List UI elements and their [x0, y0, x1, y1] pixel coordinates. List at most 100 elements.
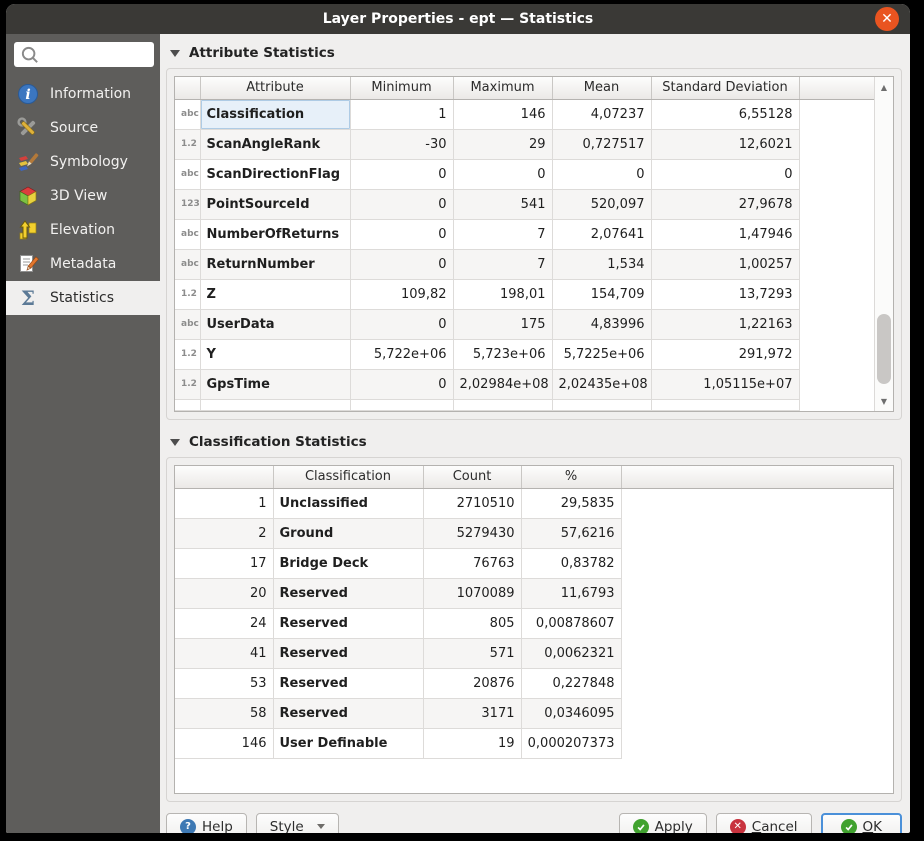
cell-count[interactable]: 2710510: [423, 488, 521, 518]
cell-attribute-name[interactable]: Y: [200, 339, 350, 369]
sidebar-item-metadata[interactable]: Metadata: [6, 247, 160, 281]
cell-mean[interactable]: 4,07237: [552, 99, 651, 129]
cell-mean[interactable]: 520,097: [552, 189, 651, 219]
cell-maximum[interactable]: 7: [453, 249, 552, 279]
cell-percent[interactable]: 0,000207373: [521, 728, 621, 758]
cell-mean[interactable]: 2,02435e+08: [552, 369, 651, 399]
cell-count[interactable]: 76763: [423, 548, 521, 578]
sidebar-item-source[interactable]: Source: [6, 111, 160, 145]
sidebar-item-3d-view[interactable]: 3D View: [6, 179, 160, 213]
cell-attribute-name[interactable]: GpsTime: [200, 369, 350, 399]
column-header-std-dev[interactable]: Standard Deviation: [651, 77, 799, 99]
cell-count[interactable]: 3171: [423, 698, 521, 728]
cell-percent[interactable]: 11,6793: [521, 578, 621, 608]
cell-class-label[interactable]: Reserved: [273, 638, 423, 668]
sidebar-item-symbology[interactable]: Symbology: [6, 145, 160, 179]
cell-maximum[interactable]: 541: [453, 189, 552, 219]
cell-attribute-name[interactable]: Classification: [200, 99, 350, 129]
cell-maximum[interactable]: 7: [453, 219, 552, 249]
cell-attribute-name[interactable]: NumberOfReturns: [200, 219, 350, 249]
cell-percent[interactable]: 0,83782: [521, 548, 621, 578]
sidebar-item-statistics[interactable]: Σ Statistics: [6, 281, 160, 315]
cell-percent[interactable]: 0,227848: [521, 668, 621, 698]
scroll-down-icon[interactable]: ▼: [875, 393, 893, 409]
column-header-classification[interactable]: Classification: [273, 466, 423, 488]
cell-class-label[interactable]: Reserved: [273, 608, 423, 638]
cell-minimum[interactable]: 0: [350, 309, 453, 339]
cell-std-dev[interactable]: 27,9678: [651, 189, 799, 219]
cell-minimum[interactable]: 0: [350, 189, 453, 219]
cell-count[interactable]: 19: [423, 728, 521, 758]
cell-maximum[interactable]: 175: [453, 309, 552, 339]
cell-class-label[interactable]: Bridge Deck: [273, 548, 423, 578]
vertical-scrollbar[interactable]: ▲ ▼: [874, 77, 893, 411]
cell-attribute-name[interactable]: ScanAngleRank: [200, 129, 350, 159]
cancel-button[interactable]: ✕ Cancel: [716, 813, 812, 833]
cell-std-dev[interactable]: 1,47946: [651, 219, 799, 249]
column-header-attribute[interactable]: Attribute: [200, 77, 350, 99]
cell-std-dev[interactable]: 1,22163: [651, 309, 799, 339]
cell-std-dev[interactable]: 13,7293: [651, 279, 799, 309]
cell-std-dev[interactable]: 6,55128: [651, 99, 799, 129]
cell-class-label[interactable]: User Definable: [273, 728, 423, 758]
cell-minimum[interactable]: -30: [350, 129, 453, 159]
cell-percent[interactable]: 57,6216: [521, 518, 621, 548]
cell-mean[interactable]: 0,727517: [552, 129, 651, 159]
cell-mean[interactable]: 154,709: [552, 279, 651, 309]
cell-minimum[interactable]: 0: [350, 219, 453, 249]
column-header-count[interactable]: Count: [423, 466, 521, 488]
cell-maximum[interactable]: 198,01: [453, 279, 552, 309]
cell-count[interactable]: 805: [423, 608, 521, 638]
scrollbar-thumb[interactable]: [877, 314, 891, 384]
cell-mean[interactable]: 5,7225e+06: [552, 339, 651, 369]
sidebar-item-information[interactable]: i Information: [6, 77, 160, 111]
style-button[interactable]: Style: [256, 813, 339, 833]
cell-std-dev[interactable]: 1,00257: [651, 249, 799, 279]
apply-button[interactable]: Apply: [619, 813, 707, 833]
column-header-minimum[interactable]: Minimum: [350, 77, 453, 99]
cell-percent[interactable]: 0,0346095: [521, 698, 621, 728]
column-header-mean[interactable]: Mean: [552, 77, 651, 99]
cell-maximum[interactable]: 146: [453, 99, 552, 129]
cell-count[interactable]: 571: [423, 638, 521, 668]
cell-count[interactable]: 5279430: [423, 518, 521, 548]
cell-minimum[interactable]: 5,722e+06: [350, 339, 453, 369]
cell-percent[interactable]: 0,00878607: [521, 608, 621, 638]
cell-mean[interactable]: 1,534: [552, 249, 651, 279]
help-button[interactable]: ? Help: [166, 813, 247, 833]
cell-attribute-name[interactable]: PointSourceId: [200, 189, 350, 219]
cell-std-dev[interactable]: 291,972: [651, 339, 799, 369]
attribute-statistics-header[interactable]: Attribute Statistics: [170, 45, 902, 61]
cell-minimum[interactable]: 0: [350, 249, 453, 279]
scroll-up-icon[interactable]: ▲: [875, 79, 893, 95]
cell-class-label[interactable]: Reserved: [273, 698, 423, 728]
column-header-percent[interactable]: %: [521, 466, 621, 488]
cell-maximum[interactable]: 2,02984e+08: [453, 369, 552, 399]
cell-minimum[interactable]: 1: [350, 99, 453, 129]
cell-attribute-name[interactable]: UserData: [200, 309, 350, 339]
cell-minimum[interactable]: 0: [350, 369, 453, 399]
cell-mean[interactable]: 2,07641: [552, 219, 651, 249]
ok-button[interactable]: OK: [821, 813, 903, 833]
cell-maximum[interactable]: 5,723e+06: [453, 339, 552, 369]
cell-minimum[interactable]: 109,82: [350, 279, 453, 309]
sidebar-search[interactable]: [14, 42, 154, 67]
cell-attribute-name[interactable]: ScanDirectionFlag: [200, 159, 350, 189]
search-input[interactable]: [41, 47, 149, 62]
cell-percent[interactable]: 0,0062321: [521, 638, 621, 668]
sidebar-item-elevation[interactable]: Elevation: [6, 213, 160, 247]
cell-attribute-name[interactable]: ReturnNumber: [200, 249, 350, 279]
cell-class-label[interactable]: Reserved: [273, 578, 423, 608]
cell-std-dev[interactable]: 0: [651, 159, 799, 189]
cell-count[interactable]: 1070089: [423, 578, 521, 608]
cell-mean[interactable]: 0: [552, 159, 651, 189]
cell-std-dev[interactable]: 12,6021: [651, 129, 799, 159]
cell-mean[interactable]: 4,83996: [552, 309, 651, 339]
column-header-maximum[interactable]: Maximum: [453, 77, 552, 99]
cell-class-label[interactable]: Ground: [273, 518, 423, 548]
cell-maximum[interactable]: 0: [453, 159, 552, 189]
cell-percent[interactable]: 29,5835: [521, 488, 621, 518]
close-icon[interactable]: ✕: [875, 7, 899, 31]
cell-class-label[interactable]: Reserved: [273, 668, 423, 698]
classification-statistics-header[interactable]: Classification Statistics: [170, 434, 902, 450]
